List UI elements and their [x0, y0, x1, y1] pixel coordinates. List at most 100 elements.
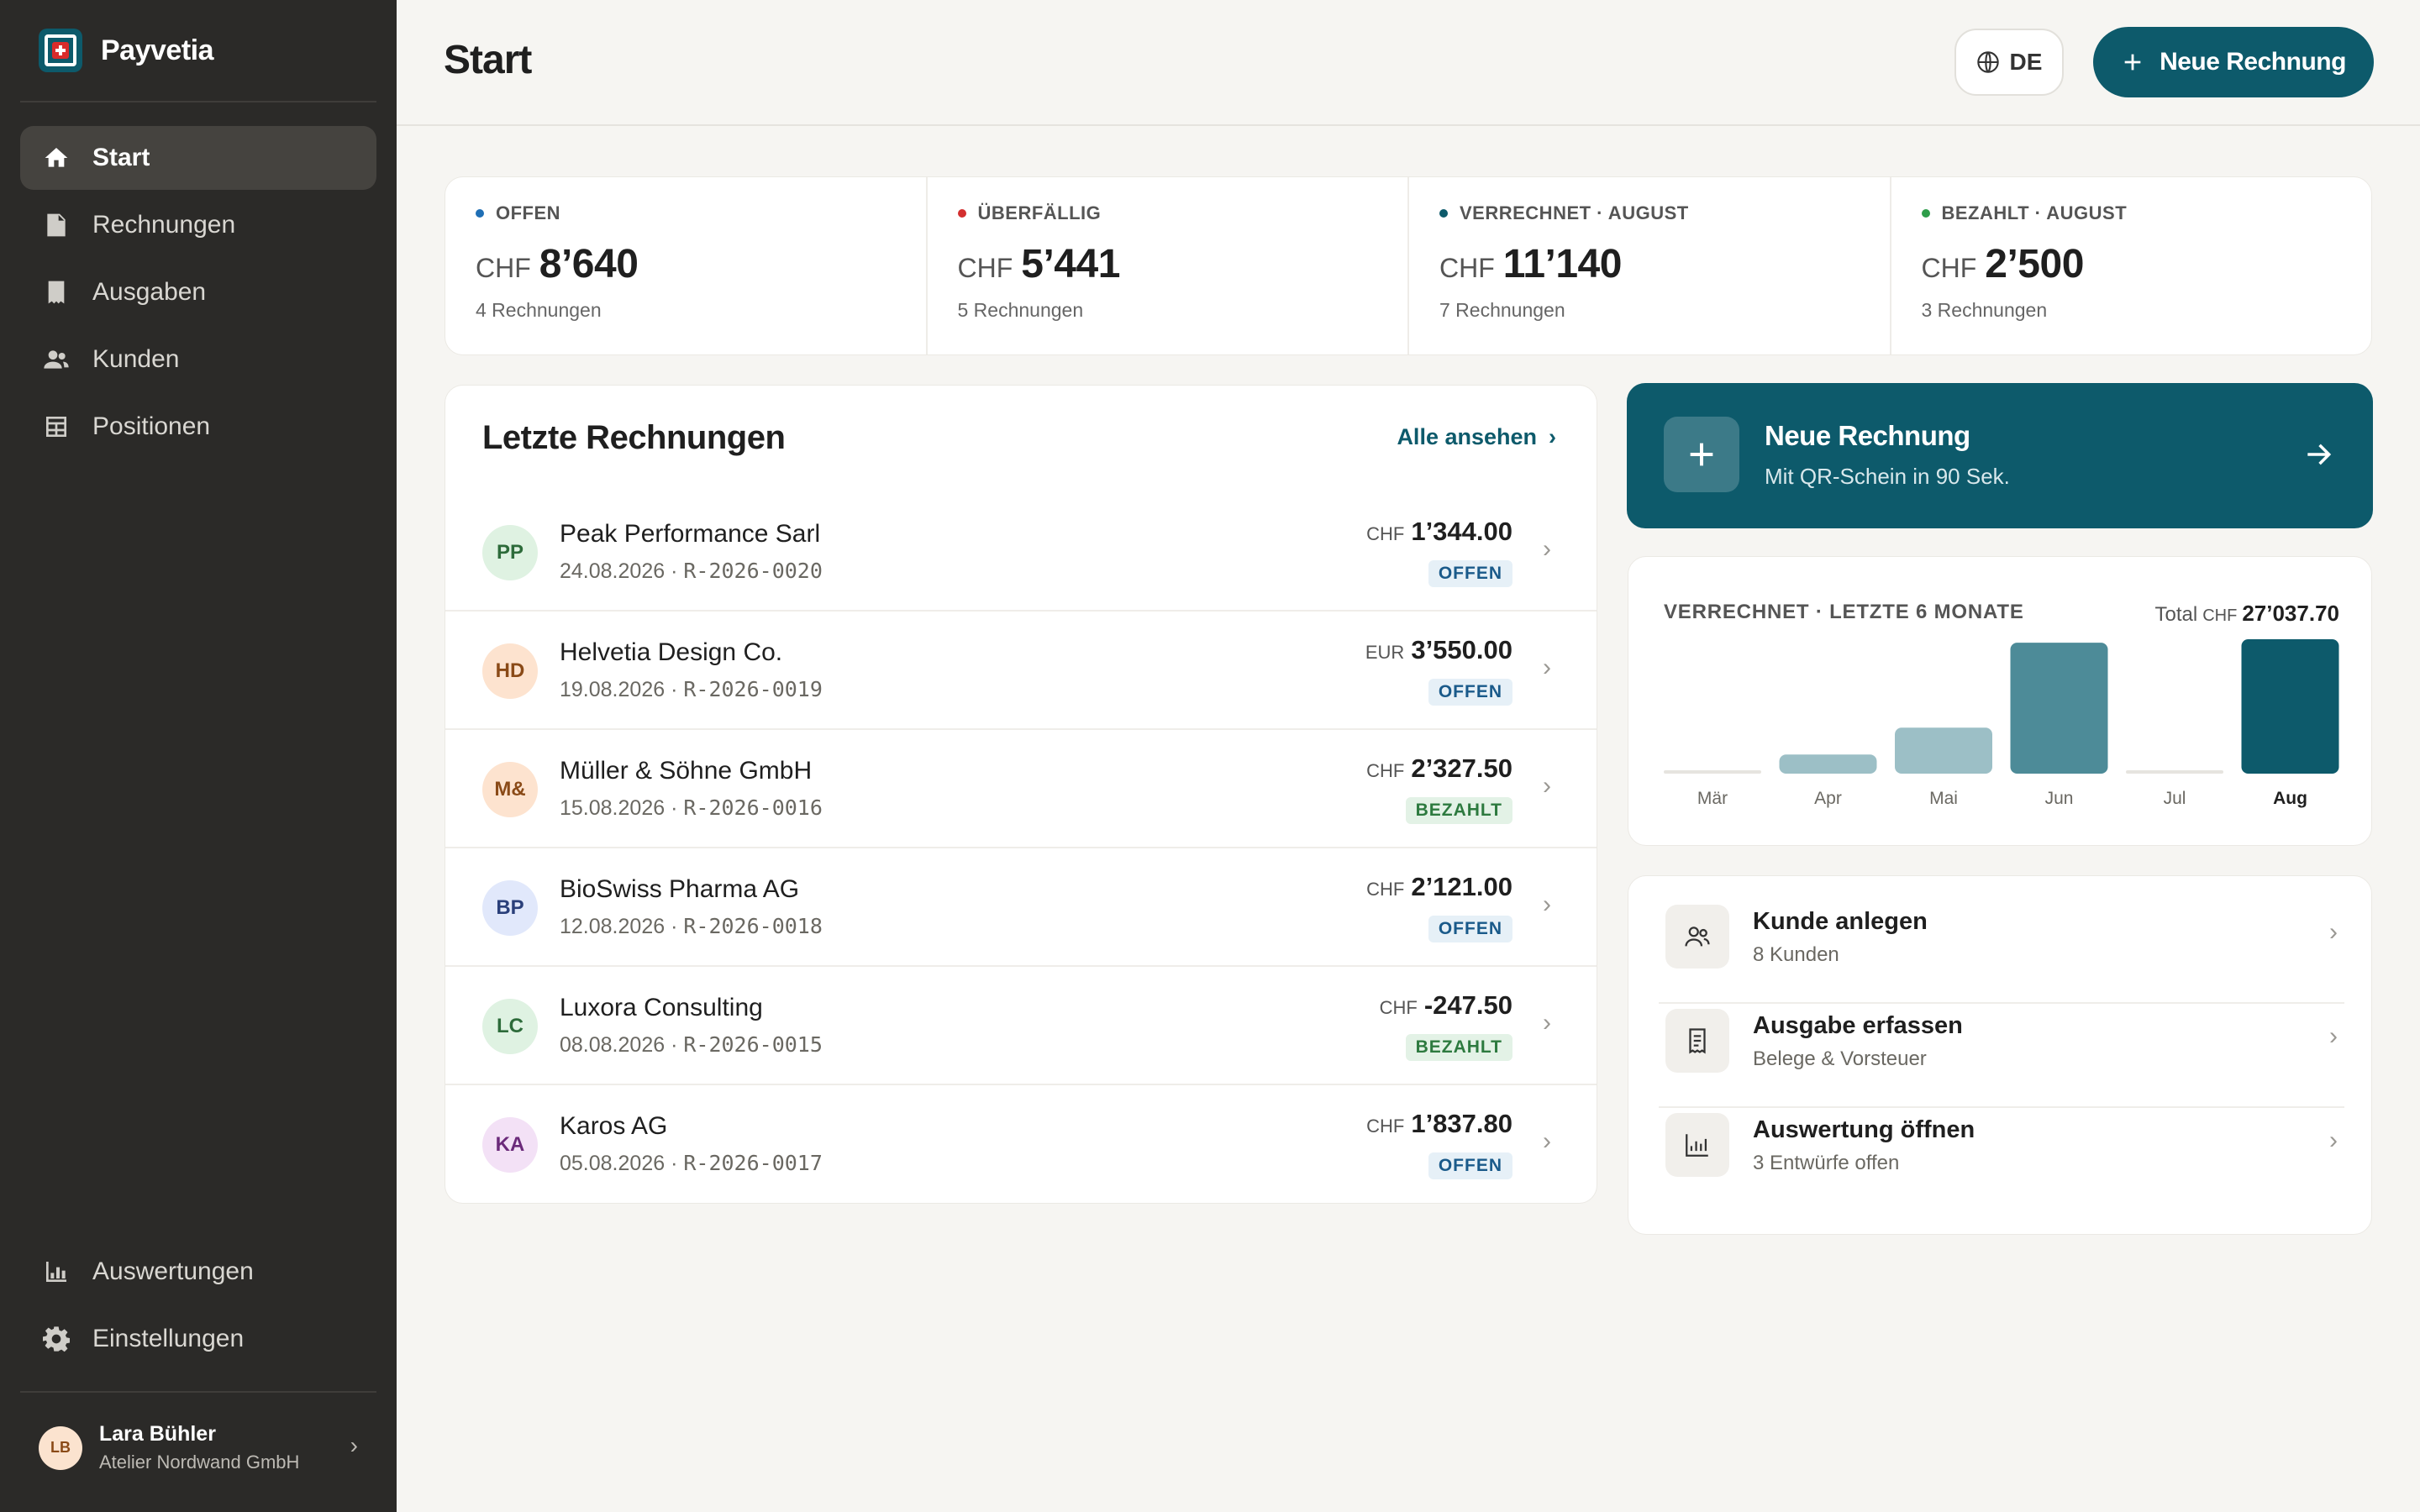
- sidebar-item-auswertungen[interactable]: Auswertungen: [20, 1240, 376, 1304]
- invoice-currency: CHF: [1366, 879, 1405, 900]
- promo-title: Neue Rechnung: [1765, 420, 1970, 451]
- globe-icon: [1976, 51, 1999, 73]
- revenue-chart-card: Mär Apr Mai Jun Jul Aug VERRECHNET · LETZTE 6…: [1628, 556, 2372, 846]
- avatar: LB: [39, 1425, 82, 1470]
- language-button[interactable]: DE: [1954, 29, 2064, 96]
- home-icon: [42, 144, 71, 172]
- status-dot: [476, 209, 484, 218]
- stat-label: OFFEN: [496, 202, 561, 223]
- sidebar-item-positionen[interactable]: Positionen: [20, 395, 376, 459]
- sidebar-item-kunden[interactable]: Kunden: [20, 328, 376, 391]
- sidebar-nav: Start Rechnungen Ausgaben Kunden Positio…: [20, 126, 376, 462]
- chevron-right-icon: ›: [1543, 1009, 1551, 1037]
- chart-tick-label: Jul: [2164, 789, 2186, 808]
- document-icon: [42, 211, 71, 239]
- sidebar-item-einstellungen[interactable]: Einstellungen: [20, 1307, 376, 1371]
- people-icon: [1665, 905, 1729, 969]
- quick-actions-panel: Kunde anlegen 8 Kunden › Ausgabe erfasse…: [1628, 875, 2372, 1235]
- sidebar-item-ausgaben[interactable]: Ausgaben: [20, 260, 376, 324]
- chart-total: Total CHF 27’037.70: [2155, 601, 2339, 627]
- invoice-number: R-2026-0020: [683, 559, 823, 583]
- invoice-number: R-2026-0019: [683, 677, 823, 701]
- sidebar-item-label: Start: [92, 144, 150, 171]
- invoice-date: 24.08.2026: [560, 559, 666, 583]
- chart-bar-Jun[interactable]: [2010, 643, 2108, 774]
- invoice-date: 08.08.2026: [560, 1033, 666, 1057]
- invoice-date: 12.08.2026: [560, 915, 666, 938]
- new-invoice-button[interactable]: Neue Rechnung: [2093, 27, 2374, 97]
- new-invoice-card[interactable]: Neue Rechnung Mit QR-Schein in 90 Sek.: [1627, 383, 2373, 528]
- sidebar-divider: [20, 1391, 376, 1393]
- invoice-row[interactable]: HD Helvetia Design Co. 19.08.2026 · R-20…: [445, 612, 1597, 730]
- stat-card-bezahlt[interactable]: BEZAHLT · AUGUST CHF 2’500 3 Rechnungen: [1891, 177, 2372, 354]
- top-header: Start DE Neue Rechnung: [397, 0, 2420, 126]
- stat-currency: CHF: [957, 253, 1013, 283]
- stat-card-offen[interactable]: OFFEN CHF 8’640 4 Rechnungen: [445, 177, 928, 354]
- customer-name: Peak Performance Sarl: [560, 520, 821, 548]
- chevron-right-icon: ›: [2329, 1126, 2338, 1154]
- view-all-link[interactable]: Alle ansehen ›: [1397, 424, 1556, 450]
- sidebar-item-label: Rechnungen: [92, 211, 236, 239]
- chart-tick-label: Mai: [1929, 789, 1958, 808]
- invoice-currency: CHF: [1379, 997, 1418, 1018]
- bar-chart-icon: [42, 1257, 71, 1286]
- chart-total-currency: CHF: [2202, 606, 2238, 625]
- view-all-label: Alle ansehen: [1397, 424, 1537, 449]
- invoice-date: 05.08.2026: [560, 1152, 666, 1175]
- action-sub: 8 Kunden: [1753, 943, 1839, 966]
- action-sub: Belege & Vorsteuer: [1753, 1047, 1927, 1070]
- sidebar-item-label: Einstellungen: [92, 1325, 245, 1352]
- sidebar-divider: [20, 101, 376, 102]
- invoice-amount: -247.50: [1423, 990, 1512, 1020]
- customer-name: BioSwiss Pharma AG: [560, 875, 800, 903]
- recent-invoices-panel: Letzte Rechnungen Alle ansehen › PP Peak…: [445, 385, 1597, 1204]
- status-badge: BEZAHLT: [1405, 797, 1512, 824]
- invoice-row[interactable]: BP BioSwiss Pharma AG 12.08.2026 · R-202…: [445, 848, 1597, 967]
- customer-avatar: BP: [482, 880, 538, 936]
- user-profile[interactable]: LB Lara Bühler Atelier Nordwand GmbH ›: [39, 1422, 358, 1473]
- action-kunde-anlegen[interactable]: Kunde anlegen 8 Kunden ›: [1659, 885, 2344, 989]
- arrow-right-icon: [2307, 444, 2332, 465]
- stat-sub: 4 Rechnungen: [476, 299, 602, 321]
- sidebar-item-start[interactable]: Start: [20, 126, 376, 190]
- page-title: Start: [444, 38, 532, 82]
- bar-chart-icon: [1665, 1113, 1729, 1177]
- chart-tick-label: Aug: [2273, 789, 2307, 808]
- sidebar-item-rechnungen[interactable]: Rechnungen: [20, 193, 376, 257]
- brand[interactable]: Payvetia: [39, 29, 214, 72]
- customer-avatar: HD: [482, 643, 538, 699]
- stat-card-ueberfaellig[interactable]: ÜBERFÄLLIG CHF 5’441 5 Rechnungen: [928, 177, 1409, 354]
- stat-card-verrechnet[interactable]: VERRECHNET · AUGUST CHF 11’140 7 Rechnung…: [1409, 177, 1891, 354]
- chart-bar-Mai[interactable]: [1895, 727, 1992, 774]
- customer-avatar: KA: [482, 1117, 538, 1173]
- chevron-right-icon: ›: [1549, 424, 1556, 449]
- invoice-row[interactable]: M& Müller & Söhne GmbH 15.08.2026 · R-20…: [445, 730, 1597, 848]
- invoice-row[interactable]: KA Karos AG 05.08.2026 · R-2026-0017 CHF…: [445, 1085, 1597, 1204]
- action-ausgabe-erfassen[interactable]: Ausgabe erfassen Belege & Vorsteuer ›: [1659, 989, 2344, 1093]
- chart-bar-Jul[interactable]: [2126, 770, 2223, 774]
- invoice-row[interactable]: PP Peak Performance Sarl 24.08.2026 · R-…: [445, 493, 1597, 612]
- sidebar-item-label: Kunden: [92, 345, 180, 373]
- customer-name: Helvetia Design Co.: [560, 638, 783, 666]
- sidebar-bottom-nav: Auswertungen Einstellungen: [20, 1240, 376, 1374]
- sidebar-item-label: Ausgaben: [92, 278, 207, 306]
- chart-bar-Mär[interactable]: [1664, 770, 1761, 774]
- receipt-icon: [1665, 1009, 1729, 1073]
- invoice-row[interactable]: LC Luxora Consulting 08.08.2026 · R-2026…: [445, 967, 1597, 1085]
- invoice-number: R-2026-0015: [683, 1032, 823, 1057]
- chart-bar-Aug[interactable]: [2241, 639, 2339, 774]
- stat-label: VERRECHNET · AUGUST: [1460, 202, 1689, 223]
- chevron-right-icon: ›: [1543, 890, 1551, 918]
- status-dot: [1439, 209, 1448, 218]
- invoice-number: R-2026-0016: [683, 795, 823, 820]
- invoice-currency: CHF: [1366, 523, 1405, 544]
- status-badge: OFFEN: [1428, 916, 1512, 942]
- chart-bar-Apr[interactable]: [1779, 754, 1877, 774]
- plus-icon: [2124, 54, 2141, 71]
- chart-title: VERRECHNET · LETZTE 6 MONATE: [1664, 601, 2024, 623]
- invoice-amount: 2’327.50: [1411, 753, 1512, 783]
- stat-value: 2’500: [1985, 242, 2084, 286]
- gear-icon: [42, 1325, 71, 1353]
- action-auswertung-oeffnen[interactable]: Auswertung öffnen 3 Entwürfe offen ›: [1659, 1093, 2344, 1197]
- customer-avatar: M&: [482, 762, 538, 817]
